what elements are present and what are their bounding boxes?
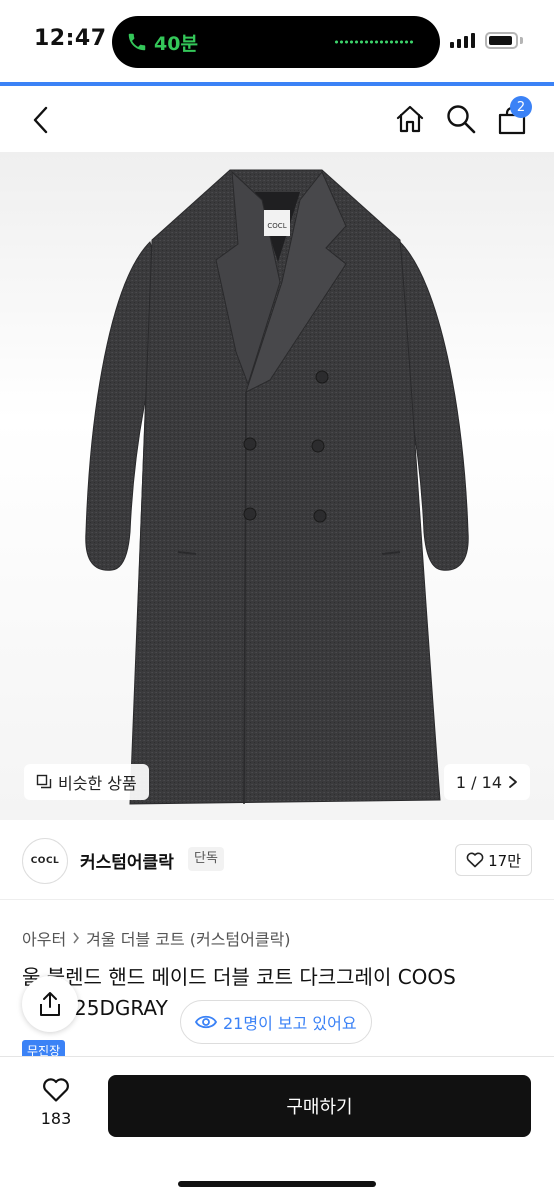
search-button[interactable]	[444, 102, 478, 136]
home-indicator	[178, 1181, 376, 1187]
battery-icon	[485, 32, 518, 49]
image-pager[interactable]: 1 / 14	[443, 764, 530, 800]
store-like-button[interactable]: 17만	[455, 844, 532, 876]
product-title-line1: 울 블렌드 핸드 메이드 더블 코트 다크그레이 COOS	[22, 965, 456, 989]
seller-row[interactable]: COCL 커스텀어클락 단독 17만	[0, 820, 554, 900]
battery-level	[489, 36, 512, 45]
breadcrumb-subcategory[interactable]: 겨울 더블 코트 (커스텀어클락)	[86, 926, 290, 950]
status-bar: 12:47 40분	[0, 0, 554, 86]
audio-wave-icon	[334, 40, 414, 44]
phone-icon	[128, 33, 146, 51]
heart-icon	[466, 852, 484, 868]
exclusive-tag: 단독	[188, 847, 224, 871]
share-icon	[40, 992, 60, 1016]
live-viewers-pill: 21명이 보고 있어요	[180, 1000, 372, 1044]
cart-count-badge: 2	[510, 96, 532, 118]
eye-icon	[195, 1015, 217, 1029]
back-button[interactable]	[26, 104, 56, 136]
cart-button[interactable]: 2	[496, 96, 532, 136]
signal-icon	[450, 33, 475, 48]
product-title-line2: 25DGRAY	[74, 996, 168, 1020]
status-time: 12:47	[34, 26, 107, 51]
home-icon	[396, 105, 424, 133]
wishlist-count: 183	[40, 1109, 72, 1128]
buy-button[interactable]: 구매하기	[108, 1075, 531, 1137]
call-duration: 40분	[154, 32, 198, 55]
seller-name[interactable]: 커스텀어클락	[80, 848, 174, 873]
similar-products-label: 비슷한 상품	[58, 774, 137, 793]
battery-cap	[520, 37, 523, 44]
chevron-right-icon	[509, 776, 517, 788]
copy-icon	[36, 774, 52, 789]
live-viewers-text: 21명이 보고 있어요	[223, 1014, 357, 1033]
breadcrumb-category[interactable]: 아우터	[22, 926, 66, 950]
product-image-gallery[interactable]: COCL 비슷한 상품 1 / 14	[0, 152, 554, 820]
chevron-left-icon	[33, 106, 48, 134]
dynamic-island[interactable]: 40분	[112, 16, 440, 68]
seller-logo[interactable]: COCL	[22, 838, 68, 884]
share-button[interactable]	[22, 976, 78, 1032]
heart-icon	[43, 1078, 69, 1102]
search-icon	[447, 105, 476, 134]
home-button[interactable]	[393, 102, 427, 136]
coat-image: COCL	[85, 169, 469, 805]
coat-brand-label: COCL	[267, 222, 286, 230]
top-nav: 2	[0, 86, 554, 152]
breadcrumb: 아우터 겨울 더블 코트 (커스텀어클락)	[22, 926, 291, 950]
store-like-count: 17만	[488, 851, 521, 870]
call-indicator[interactable]: 40분	[126, 26, 198, 58]
image-pager-count: 1 / 14	[455, 772, 502, 792]
similar-products-button[interactable]: 비슷한 상품	[24, 764, 149, 800]
wishlist-button[interactable]: 183	[30, 1077, 82, 1128]
bottom-action-bar: 183 구매하기	[0, 1056, 554, 1200]
chevron-right-icon	[73, 932, 80, 944]
